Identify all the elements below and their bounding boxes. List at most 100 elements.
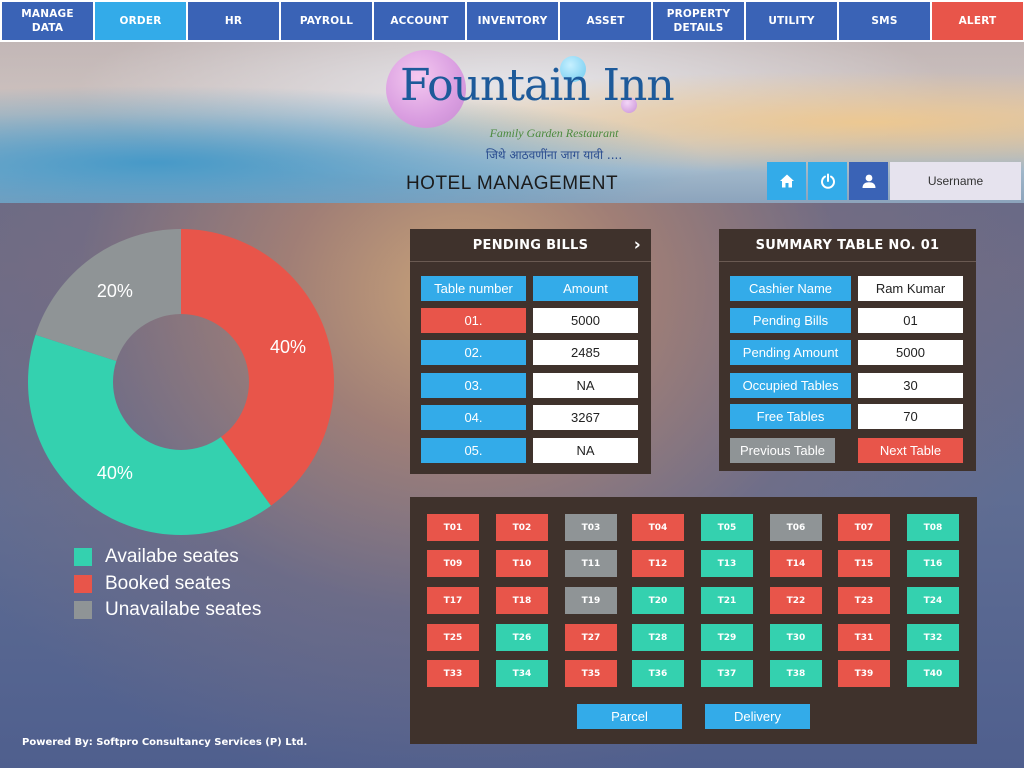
legend-swatch-booked <box>74 574 92 593</box>
table-tile[interactable]: T01 <box>427 514 479 541</box>
table-tile[interactable]: T17 <box>427 587 479 614</box>
username-display[interactable]: Username <box>890 162 1021 200</box>
table-tile[interactable]: T30 <box>770 624 822 651</box>
column-header-amount: Amount <box>533 276 638 301</box>
summary-value: 70 <box>858 404 963 429</box>
user-button[interactable] <box>849 162 888 200</box>
bill-amount: 3267 <box>533 405 638 430</box>
nav-asset[interactable]: ASSET <box>560 2 651 40</box>
bill-table-number[interactable]: 04. <box>421 405 526 430</box>
legend-label-unavailable: Unavailabe seates <box>105 599 262 620</box>
bill-amount: NA <box>533 373 638 398</box>
donut-label-1: 40% <box>97 463 133 483</box>
bill-table-number[interactable]: 01. <box>421 308 526 333</box>
table-tile[interactable]: T22 <box>770 587 822 614</box>
table-tile[interactable]: T37 <box>701 660 753 687</box>
table-tile[interactable]: T27 <box>565 624 617 651</box>
bill-amount: NA <box>533 438 638 463</box>
bill-table-number[interactable]: 02. <box>421 340 526 365</box>
table-tile[interactable]: T02 <box>496 514 548 541</box>
pending-bills-panel: PENDING BILLS › Table number Amount 01. … <box>410 229 651 474</box>
legend-item-available: Availabe seates <box>74 545 334 572</box>
bill-table-number[interactable]: 05. <box>421 438 526 463</box>
table-tile[interactable]: T14 <box>770 550 822 577</box>
nav-order[interactable]: ORDER <box>95 2 186 40</box>
home-button[interactable] <box>767 162 806 200</box>
summary-label: Cashier Name <box>730 276 851 301</box>
user-icon <box>862 174 875 188</box>
summary-title: SUMMARY TABLE NO. 01 <box>755 237 940 253</box>
summary-value: 5000 <box>858 340 963 365</box>
logo-title: Fountain Inn <box>400 60 675 111</box>
nav-hr[interactable]: HR <box>188 2 279 40</box>
next-table-button[interactable]: Next Table <box>858 438 963 463</box>
table-tile[interactable]: T21 <box>701 587 753 614</box>
bill-amount: 2485 <box>533 340 638 365</box>
summary-label: Occupied Tables <box>730 373 851 398</box>
table-tile[interactable]: T39 <box>838 660 890 687</box>
table-tile[interactable]: T18 <box>496 587 548 614</box>
powered-by: Powered By: Softpro Consultancy Services… <box>22 737 308 748</box>
nav-inventory[interactable]: INVENTORY <box>467 2 558 40</box>
pending-bills-header: PENDING BILLS › <box>410 229 651 262</box>
nav-sms[interactable]: SMS <box>839 2 930 40</box>
table-tile[interactable]: T38 <box>770 660 822 687</box>
table-tile[interactable]: T35 <box>565 660 617 687</box>
bill-table-number[interactable]: 03. <box>421 373 526 398</box>
donut-label-2: 20% <box>97 281 133 301</box>
table-tile[interactable]: T25 <box>427 624 479 651</box>
table-tile[interactable]: T19 <box>565 587 617 614</box>
summary-label: Pending Bills <box>730 308 851 333</box>
donut-label-0: 40% <box>270 337 306 357</box>
table-tile[interactable]: T26 <box>496 624 548 651</box>
legend-item-unavailable: Unavailabe seates <box>74 598 334 625</box>
previous-table-button[interactable]: Previous Table <box>730 438 835 463</box>
chevron-right-icon[interactable]: › <box>634 235 641 255</box>
parcel-button[interactable]: Parcel <box>577 704 682 729</box>
table-tile[interactable]: T29 <box>701 624 753 651</box>
page-title: HOTEL MANAGEMENT <box>405 173 619 194</box>
table-tile[interactable]: T36 <box>632 660 684 687</box>
table-tile[interactable]: T20 <box>632 587 684 614</box>
table-tile[interactable]: T10 <box>496 550 548 577</box>
legend-label-booked: Booked seates <box>105 572 231 594</box>
table-tile[interactable]: T13 <box>701 550 753 577</box>
summary-value: 30 <box>858 373 963 398</box>
table-tile[interactable]: T07 <box>838 514 890 541</box>
table-tile[interactable]: T11 <box>565 550 617 577</box>
table-tile[interactable]: T12 <box>632 550 684 577</box>
table-tile[interactable]: T32 <box>907 624 959 651</box>
table-tile[interactable]: T28 <box>632 624 684 651</box>
table-tile[interactable]: T06 <box>770 514 822 541</box>
summary-value: Ram Kumar <box>858 276 963 301</box>
table-tile[interactable]: T40 <box>907 660 959 687</box>
power-button[interactable] <box>808 162 847 200</box>
table-tile[interactable]: T16 <box>907 550 959 577</box>
nav-account[interactable]: ACCOUNT <box>374 2 465 40</box>
top-nav: MANAGE DATA ORDER HR PAYROLL ACCOUNT INV… <box>0 0 1024 42</box>
table-tile[interactable]: T04 <box>632 514 684 541</box>
nav-payroll[interactable]: PAYROLL <box>281 2 372 40</box>
nav-utility[interactable]: UTILITY <box>746 2 837 40</box>
table-tile[interactable]: T23 <box>838 587 890 614</box>
legend-swatch-unavailable <box>74 601 92 619</box>
column-header-table-number: Table number <box>421 276 526 301</box>
table-tile[interactable]: T34 <box>496 660 548 687</box>
table-tile[interactable]: T08 <box>907 514 959 541</box>
table-tile[interactable]: T33 <box>427 660 479 687</box>
table-tile[interactable]: T09 <box>427 550 479 577</box>
power-icon <box>820 173 835 189</box>
nav-alert[interactable]: ALERT <box>932 2 1023 40</box>
delivery-button[interactable]: Delivery <box>705 704 810 729</box>
summary-label: Pending Amount <box>730 340 851 365</box>
home-icon <box>779 174 794 188</box>
table-tile[interactable]: T24 <box>907 587 959 614</box>
nav-property-details[interactable]: PROPERTY DETAILS <box>653 2 744 40</box>
chart-legend: Availabe seates Booked seates Unavailabe… <box>74 545 334 625</box>
table-tile[interactable]: T03 <box>565 514 617 541</box>
table-tile[interactable]: T15 <box>838 550 890 577</box>
table-tile[interactable]: T31 <box>838 624 890 651</box>
summary-label: Free Tables <box>730 404 851 429</box>
table-tile[interactable]: T05 <box>701 514 753 541</box>
nav-manage-data[interactable]: MANAGE DATA <box>2 2 93 40</box>
